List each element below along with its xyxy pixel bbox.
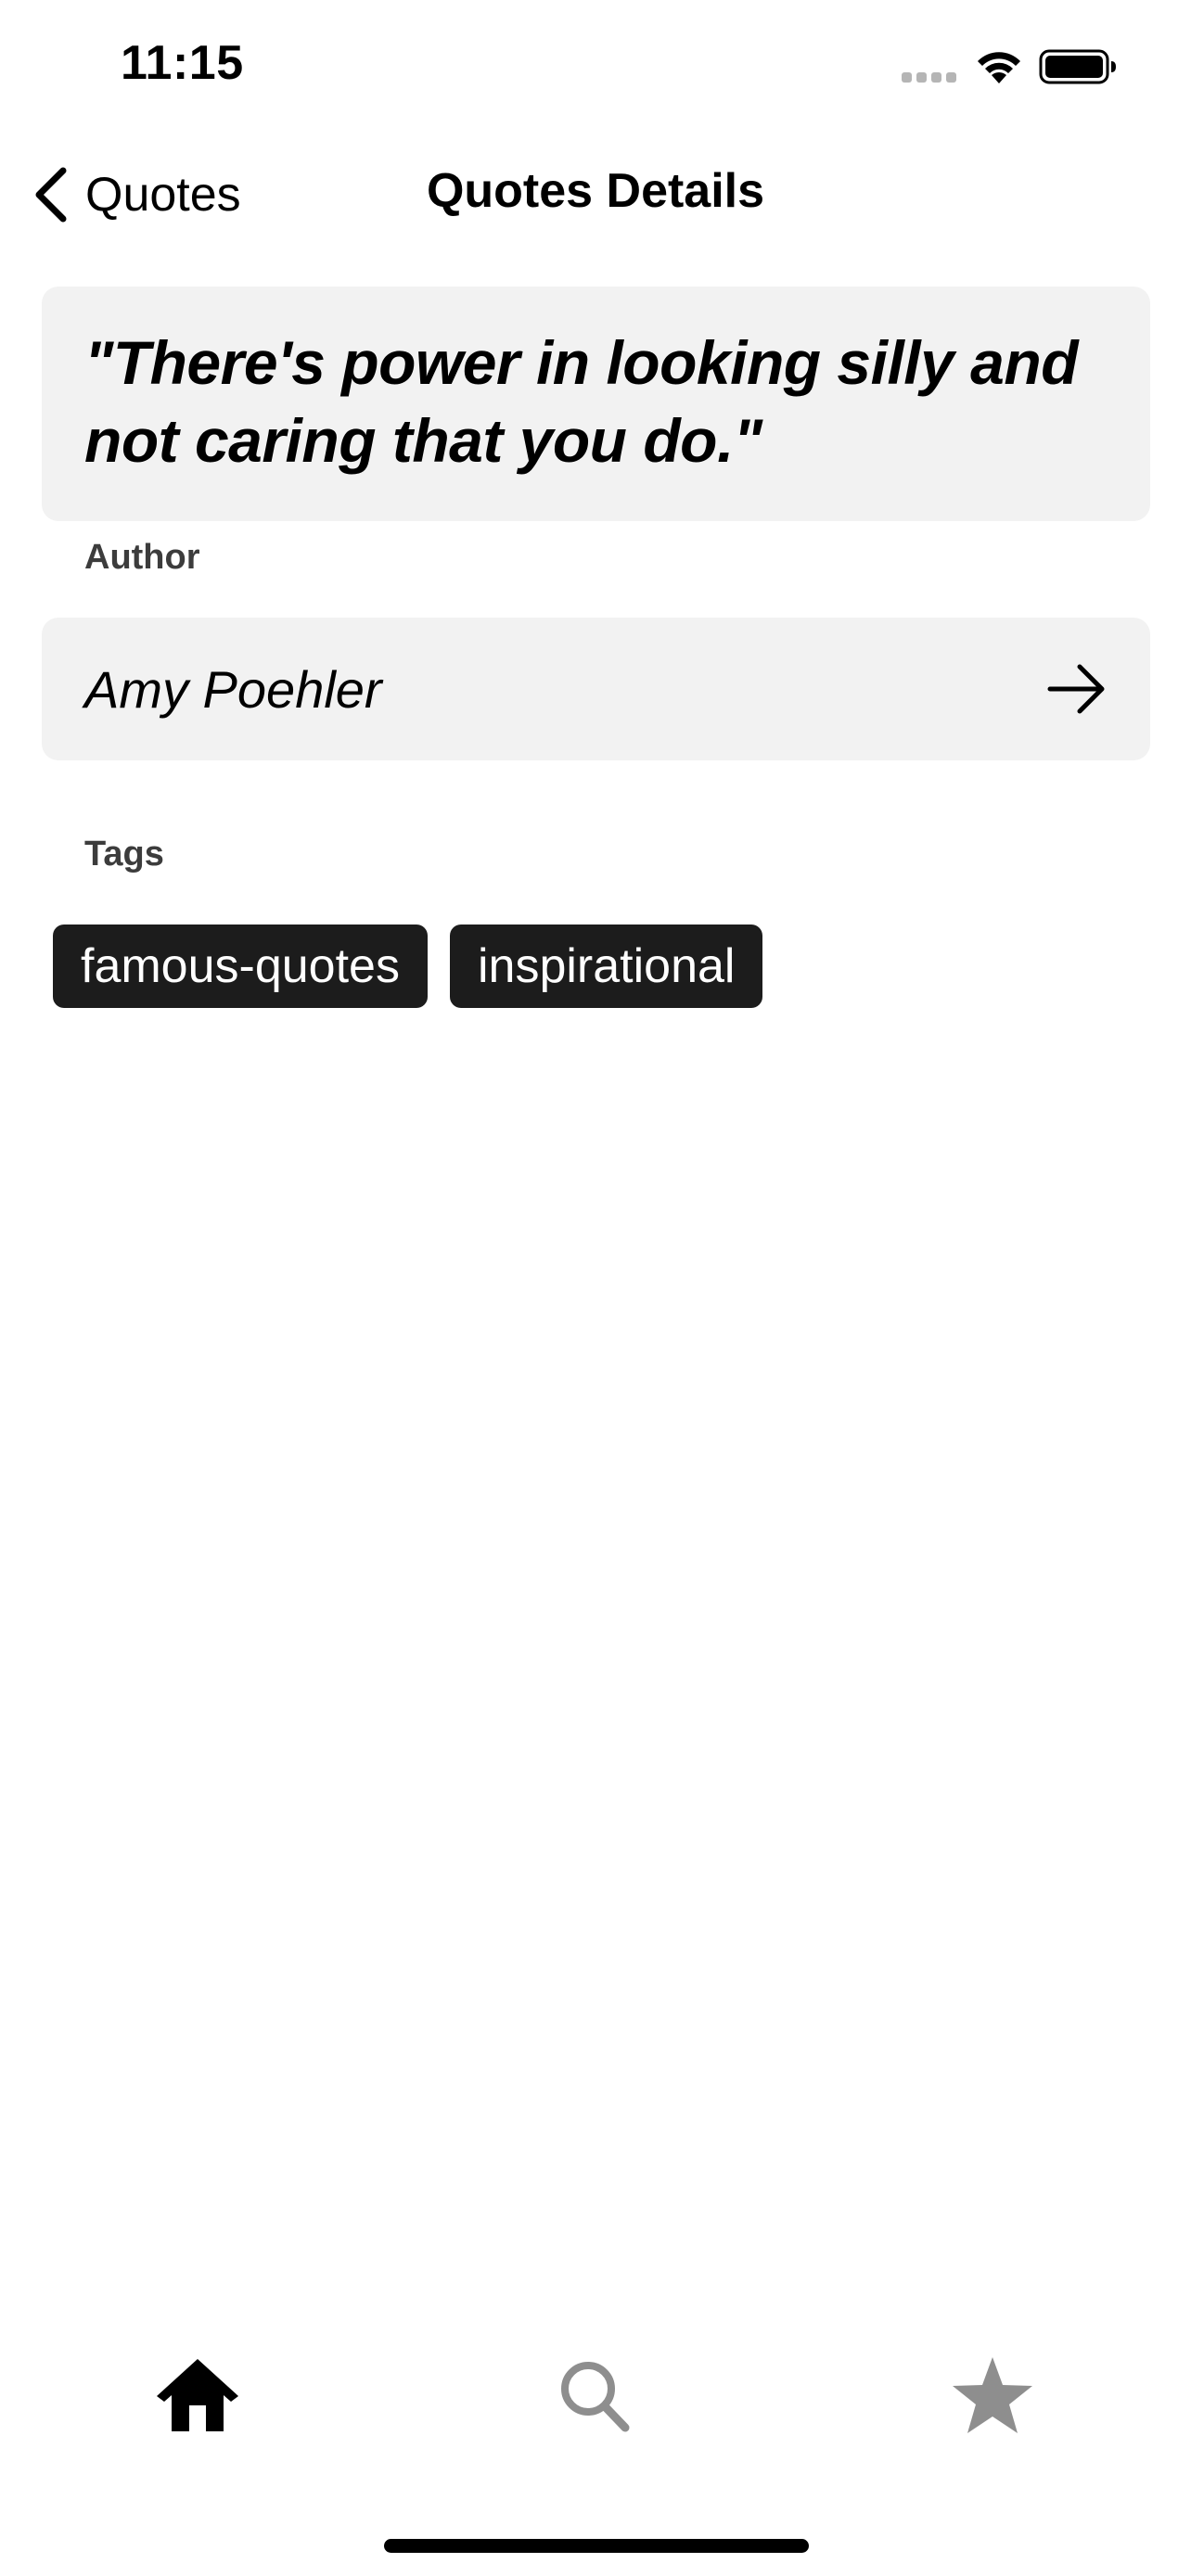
- tag-chip[interactable]: famous-quotes: [53, 925, 428, 1008]
- page-title: Quotes Details: [426, 164, 765, 218]
- author-row[interactable]: Amy Poehler: [42, 618, 1150, 760]
- wifi-icon: [978, 52, 1020, 83]
- navigation-bar: Quotes Quotes Details: [0, 148, 1191, 241]
- tag-chip[interactable]: inspirational: [449, 925, 763, 1008]
- home-icon: [157, 2359, 238, 2431]
- tab-bar: [0, 2337, 1191, 2457]
- tag-list: famous-quotes inspirational: [53, 925, 763, 1008]
- cellular-signal-icon: [902, 72, 957, 83]
- star-icon: [953, 2357, 1032, 2433]
- tab-home[interactable]: [151, 2353, 244, 2437]
- author-name: Amy Poehler: [84, 659, 382, 719]
- home-indicator: [384, 2539, 809, 2553]
- tags-section-label: Tags: [84, 835, 164, 874]
- quote-text-line: "There's power in looking silly and: [84, 328, 1079, 397]
- author-section-label: Author: [84, 538, 200, 577]
- status-time: 11:15: [121, 36, 244, 90]
- search-icon: [561, 2362, 630, 2432]
- quote-text: "There's power in looking silly and not …: [84, 324, 1108, 479]
- quote-text-line: not caring that you do.": [84, 406, 762, 475]
- tab-favorites[interactable]: [946, 2353, 1039, 2437]
- battery-icon: [1039, 49, 1116, 84]
- arrow-right-icon: [1047, 664, 1105, 714]
- status-bar: 11:15: [0, 0, 1191, 139]
- quote-card: "There's power in looking silly and not …: [42, 287, 1150, 521]
- tab-search[interactable]: [549, 2353, 642, 2437]
- quote-details-screen: 11:15 Quotes Quotes Details "There's pow…: [0, 0, 1191, 2576]
